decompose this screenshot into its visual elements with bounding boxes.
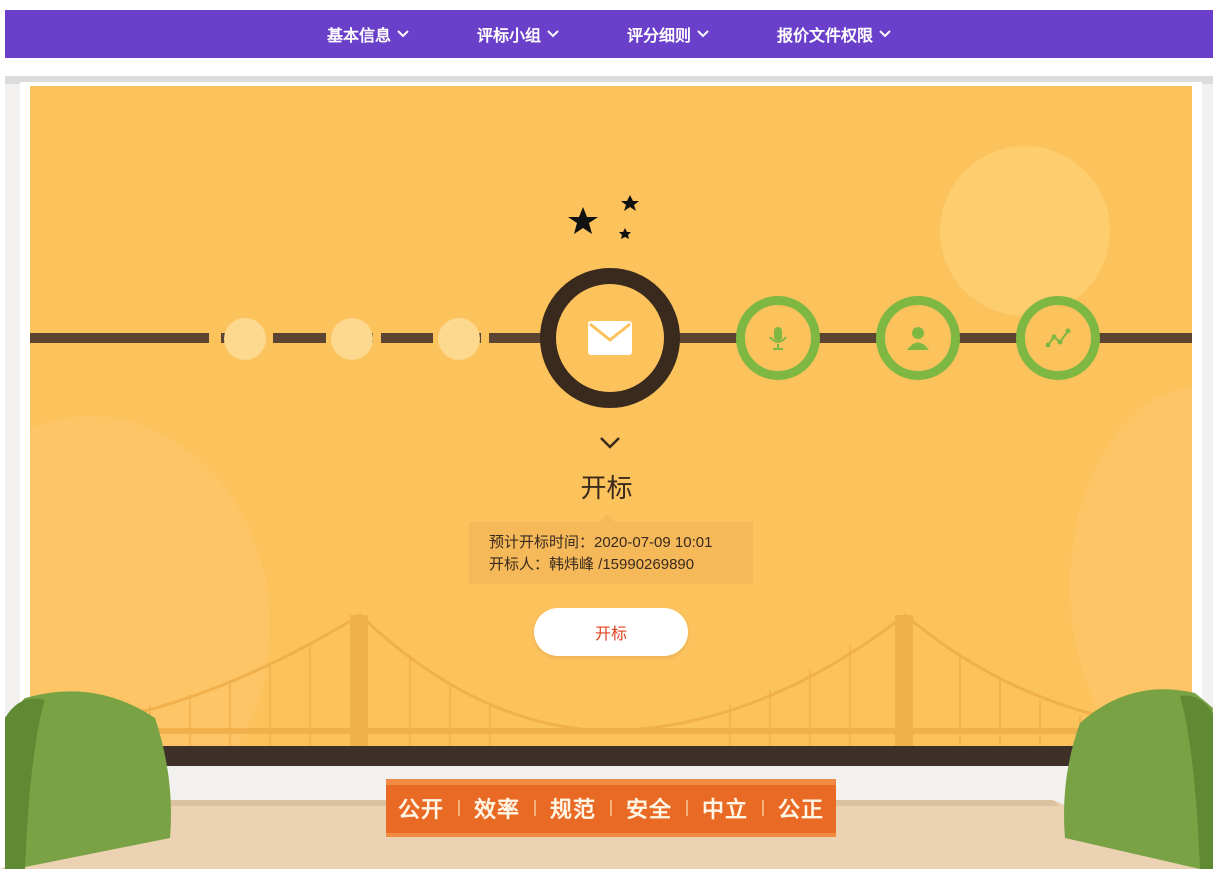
timeline-gap — [373, 333, 381, 343]
nav-scoring-rules[interactable]: 评分细则 — [627, 22, 709, 46]
slogan-banner: 公开 效率 规范 安全 中立 公正 — [386, 779, 836, 837]
slogan-separator — [533, 800, 536, 816]
stage-title: 开标 — [580, 473, 633, 503]
sun-decoration — [940, 146, 1110, 316]
timeline-step-completed[interactable] — [331, 318, 373, 360]
top-nav: 基本信息 评标小组 评分细则 报价文件权限 — [5, 10, 1213, 58]
slogan-word: 安全 — [626, 797, 673, 823]
slogan-word: 公正 — [778, 797, 825, 823]
nav-label: 基本信息 — [326, 28, 391, 45]
slogan-word: 公开 — [397, 797, 444, 823]
nav-evaluation-team[interactable]: 评标小组 — [477, 22, 559, 46]
chevron-down-icon — [397, 30, 409, 38]
timeline-gap — [481, 333, 489, 343]
timeline-step-bid-statement[interactable] — [736, 296, 820, 380]
chevron-down-icon — [879, 30, 891, 38]
slogan-separator — [686, 800, 689, 816]
opener-text: 开标人：韩炜峰 /15990269890 — [489, 556, 695, 573]
slogan-top-edge — [386, 779, 836, 785]
microphone-icon — [769, 327, 787, 350]
timeline-step-evaluation[interactable] — [876, 296, 960, 380]
nav-label: 评分细则 — [627, 28, 692, 45]
chair-left — [5, 691, 171, 869]
chevron-down-icon — [547, 30, 559, 38]
slogan-separator — [457, 800, 460, 816]
chevron-down-icon — [697, 30, 709, 38]
slogan-word: 规范 — [549, 797, 596, 823]
slogan-separator — [762, 800, 765, 816]
slogan-separator — [610, 800, 612, 816]
timeline-gap — [265, 333, 273, 343]
timeline-step-completed[interactable] — [438, 318, 480, 360]
slogan-word: 效率 — [473, 797, 520, 823]
nav-basic-info[interactable]: 基本信息 — [327, 22, 409, 46]
timeline-gap — [209, 333, 221, 343]
stage-info-box: 预计开标时间：2020-07-09 10:01 开标人：韩炜峰 /1599026… — [469, 514, 753, 584]
chevron-down-icon — [600, 437, 620, 449]
nav-label: 报价文件权限 — [777, 28, 874, 45]
board-ledge — [30, 746, 1192, 766]
nav-quote-permissions[interactable]: 报价文件权限 — [777, 22, 891, 46]
person-icon — [907, 327, 929, 350]
nav-label: 评标小组 — [476, 28, 541, 45]
envelope-icon — [588, 321, 632, 355]
timeline-step-result[interactable] — [1016, 296, 1100, 380]
chart-line-icon — [1045, 328, 1071, 348]
stars-icon — [568, 195, 639, 239]
slogan-word: 中立 — [702, 797, 749, 823]
chair-right — [1064, 689, 1213, 869]
timeline-step-current[interactable] — [540, 268, 680, 408]
open-bid-button[interactable]: 开标 — [534, 608, 688, 656]
timeline-step-completed[interactable] — [224, 318, 266, 360]
open-time-text: 预计开标时间：2020-07-09 10:01 — [489, 534, 713, 551]
